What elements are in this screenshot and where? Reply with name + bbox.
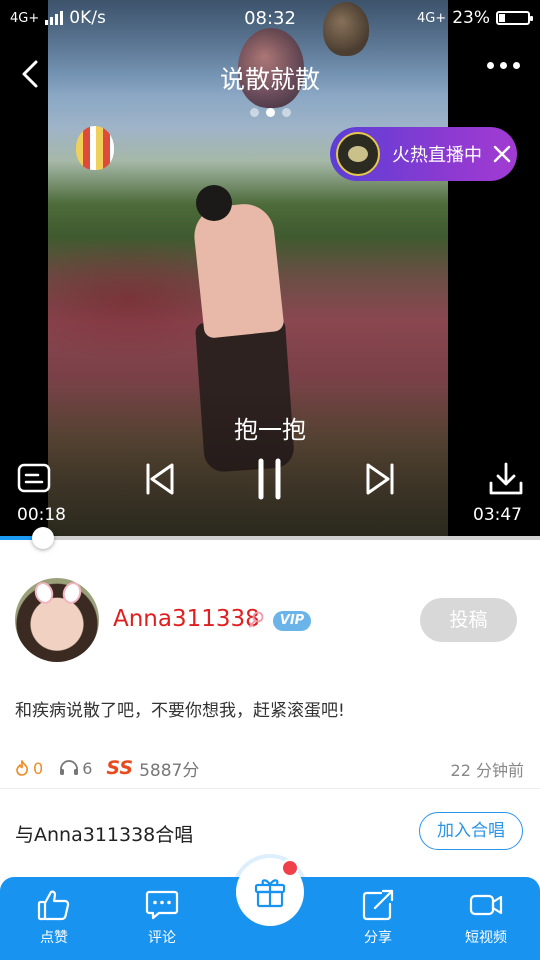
pause-button[interactable]: [256, 458, 284, 504]
flame-icon: [16, 760, 28, 776]
progress-handle[interactable]: [31, 527, 54, 549]
close-icon[interactable]: [492, 144, 512, 164]
short-video-label: 短视频: [465, 930, 507, 946]
thumbs-up-icon: [37, 890, 70, 921]
player-area[interactable]: 4G+ 0K/s 08:32 4G+ 23% 说散就散 火热直播中 抱一抱 00…: [0, 0, 540, 537]
bunny-ears-decoration: [29, 579, 85, 607]
page-dot: [281, 108, 291, 117]
lyrics-toggle-button[interactable]: [17, 463, 51, 497]
join-chorus-button[interactable]: 加入合唱: [419, 812, 523, 850]
more-dot-icon: [513, 62, 520, 69]
page-dot: [249, 108, 259, 117]
flame-count: 0: [33, 758, 44, 778]
download-button[interactable]: [488, 461, 524, 501]
female-icon: [249, 611, 264, 628]
progress-bar[interactable]: [0, 527, 540, 549]
next-button[interactable]: [364, 462, 396, 500]
previous-button[interactable]: [144, 462, 176, 500]
username[interactable]: Anna311338: [113, 606, 260, 632]
current-lyric: 抱一抱: [234, 416, 306, 444]
submit-button[interactable]: 投稿: [420, 598, 517, 642]
lyrics-icon: [17, 463, 51, 493]
notification-dot: [281, 859, 299, 877]
page-dot: [265, 108, 275, 117]
short-video-tab[interactable]: 短视频: [446, 889, 526, 947]
divider: [0, 788, 540, 789]
gift-icon: [254, 879, 286, 908]
share-icon: [362, 889, 394, 921]
chorus-label: 与Anna311338合唱: [15, 824, 194, 846]
more-button[interactable]: [487, 62, 520, 69]
song-title: 说散就散: [219, 65, 320, 94]
comment-tab[interactable]: 评论: [122, 889, 202, 947]
like-label: 点赞: [40, 930, 68, 946]
live-stream-banner[interactable]: 火热直播中: [330, 127, 517, 181]
download-icon: [489, 462, 523, 495]
battery-icon: [496, 11, 533, 25]
total-time: 03:47: [473, 505, 522, 525]
score-grade-badge: SS: [106, 757, 134, 779]
skip-previous-icon: [146, 463, 174, 495]
more-dot-icon: [487, 62, 494, 69]
share-tab[interactable]: 分享: [338, 889, 418, 947]
like-tab[interactable]: 点赞: [14, 889, 94, 947]
comment-icon: [145, 890, 179, 920]
current-time: 00:18: [17, 505, 66, 525]
status-bar: 4G+ 0K/s 08:32 4G+ 23%: [0, 0, 540, 36]
vip-badge: VIP: [273, 611, 311, 631]
more-dot-icon: [500, 62, 507, 69]
listen-count: 6: [82, 758, 93, 778]
stats-row: 0 6 SS 5887分: [15, 756, 200, 781]
skip-next-icon: [366, 463, 394, 495]
score: 5887分: [139, 760, 200, 781]
headphones-icon: [60, 760, 79, 775]
network-type-right: 4G+: [416, 10, 447, 26]
post-description: 和疾病说散了吧，不要你想我，赶紧滚蛋吧!: [15, 701, 345, 721]
share-label: 分享: [364, 930, 392, 946]
comment-label: 评论: [148, 930, 176, 946]
video-camera-icon: [469, 894, 503, 916]
page-indicator: [0, 108, 540, 117]
live-host-avatar: [336, 132, 380, 176]
battery-percent: 23%: [452, 8, 490, 28]
post-time: 22 分钟前: [450, 761, 524, 780]
live-label: 火热直播中: [392, 145, 482, 166]
pause-icon: [258, 458, 281, 500]
user-avatar[interactable]: [15, 578, 99, 662]
